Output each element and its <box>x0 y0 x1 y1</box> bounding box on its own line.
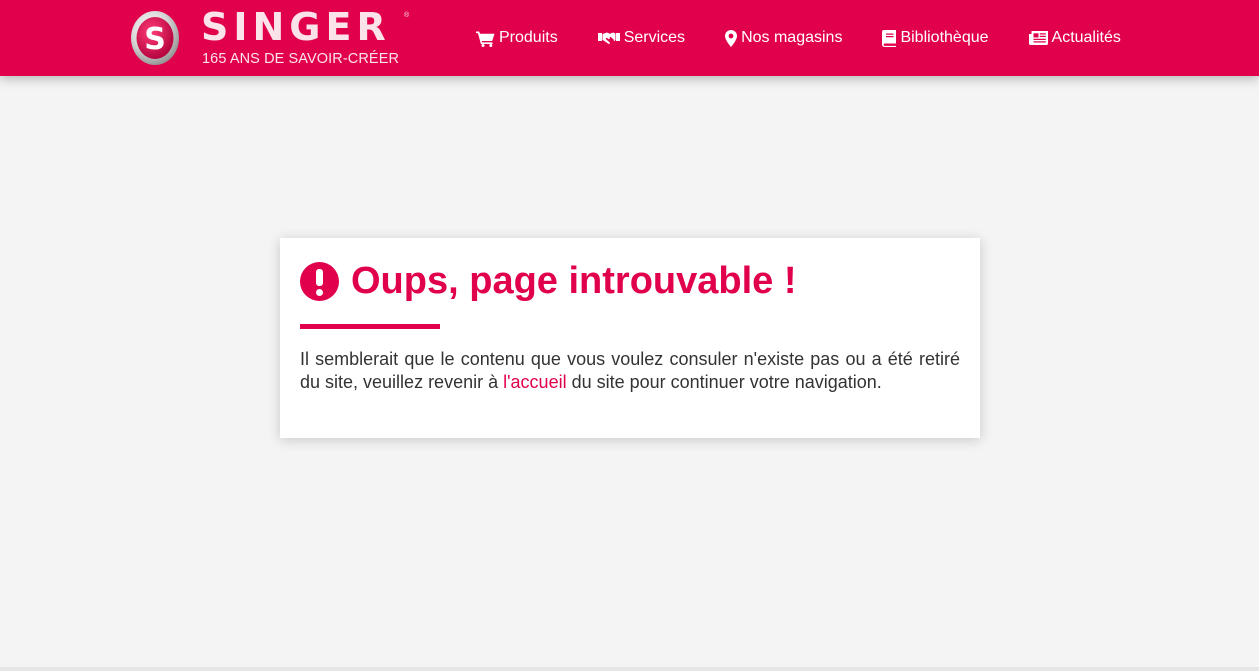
exclamation-circle-icon <box>300 261 339 301</box>
error-title: Oups, page introuvable ! <box>351 260 797 302</box>
title-underline <box>300 324 440 329</box>
brand-tagline: 165 ANS DE SAVOIR-CRÉER <box>202 51 400 67</box>
nav-label-bibliotheque: Bibliothèque <box>900 29 989 46</box>
nav-label-produits: Produits <box>499 29 558 46</box>
nav-label-nos-magasins: Nos magasins <box>741 29 843 46</box>
singer-logo-link[interactable]: S SINGER ® 165 ANS DE SAVOIR-CRÉER <box>130 5 420 69</box>
handshake-icon <box>597 31 620 45</box>
error-message: Il semblerait que le contenu que vous vo… <box>300 348 960 394</box>
registered-mark: ® <box>404 12 410 19</box>
main-nav: Produits Services Nos magasins Bibliothè… <box>476 28 1121 48</box>
nav-item-services[interactable]: Services <box>597 28 686 48</box>
error-header: Oups, page introuvable ! <box>300 260 797 302</box>
message-text-after: du site pour continuer votre navigation. <box>566 372 882 392</box>
nav-label-services: Services <box>623 29 686 46</box>
nav-item-nos-magasins[interactable]: Nos magasins <box>725 28 842 48</box>
home-link[interactable]: l'accueil <box>503 372 566 392</box>
singer-logo-icon: S <box>130 10 180 66</box>
map-marker-icon <box>725 29 738 47</box>
error-card: Oups, page introuvable ! Il semblerait q… <box>280 238 980 438</box>
site-header: S SINGER ® 165 ANS DE SAVOIR-CRÉER Produ… <box>0 0 1259 76</box>
book-icon <box>882 29 897 47</box>
brand-name: SINGER <box>201 5 391 49</box>
newspaper-icon <box>1028 31 1048 45</box>
nav-item-produits[interactable]: Produits <box>476 28 558 48</box>
cart-icon <box>476 30 495 47</box>
logo-letter: S <box>144 22 166 57</box>
nav-label-actualites: Actualités <box>1051 29 1121 46</box>
nav-item-bibliotheque[interactable]: Bibliothèque <box>882 28 989 48</box>
nav-item-actualites[interactable]: Actualités <box>1028 28 1121 48</box>
page-bottom-divider <box>0 667 1259 671</box>
